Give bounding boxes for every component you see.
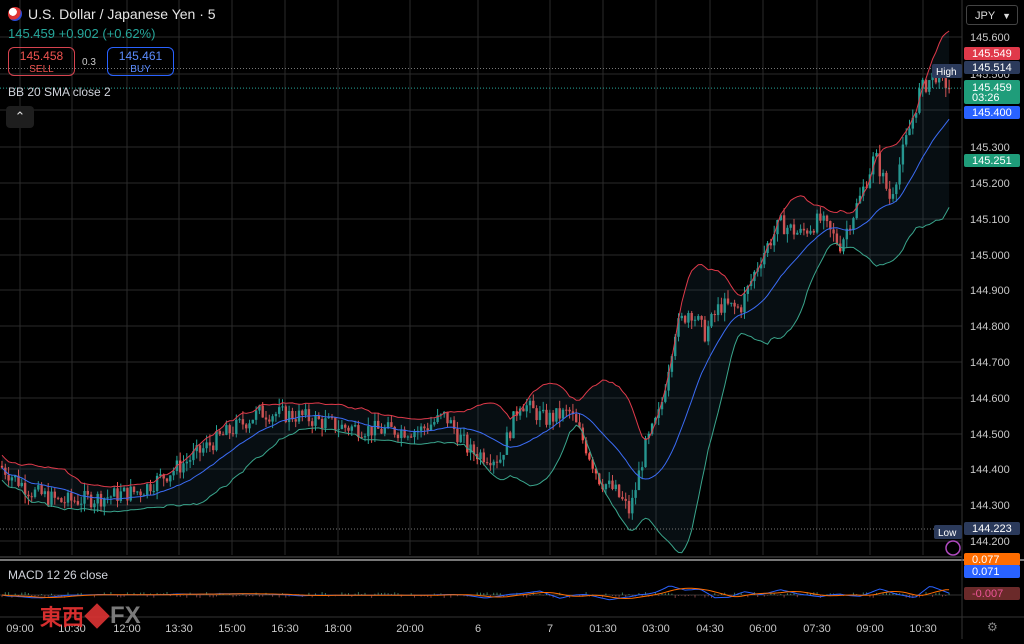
usd-jpy-flag-icon (8, 7, 22, 21)
price-badge-label: 145.251 (972, 155, 1012, 167)
gear-icon[interactable]: ⚙ (987, 620, 998, 634)
y-tick-label: 144.200 (970, 536, 1010, 548)
logo-text-fx: FX (110, 602, 141, 629)
currency-value: JPY (975, 10, 996, 22)
y-tick-label: 144.500 (970, 429, 1010, 441)
x-tick-label: 10:30 (909, 623, 937, 635)
x-tick-label: 13:30 (165, 623, 193, 635)
x-tick-label: 07:30 (803, 623, 831, 635)
chart-area[interactable]: 145.600145.500145.400145.300145.200145.1… (0, 0, 1024, 639)
y-tick-label: 144.600 (970, 393, 1010, 405)
macd-badge-label: -0.007 (972, 588, 1003, 600)
x-tick-label: 20:00 (396, 623, 424, 635)
spread-value: 0.3 (82, 57, 96, 68)
candle-body (588, 453, 591, 460)
symbol-title: U.S. Dollar / Japanese Yen · 5 (28, 6, 216, 22)
bb-indicator-label[interactable]: BB 20 SMA close 2 (8, 85, 111, 99)
buy-label: BUY (130, 64, 151, 75)
sell-button[interactable]: 145.458 SELL (8, 47, 75, 76)
diamond-logo-icon (84, 603, 110, 629)
x-tick-label: 06:00 (749, 623, 777, 635)
lightning-icon (945, 540, 961, 556)
x-tick-label: 03:00 (642, 623, 670, 635)
x-tick-label: 09:00 (6, 623, 34, 635)
y-tick-label: 144.800 (970, 321, 1010, 333)
price-badge-label: 03:26 (972, 92, 1000, 104)
y-tick-label: 144.900 (970, 285, 1010, 297)
y-tick-label: 144.300 (970, 500, 1010, 512)
sell-label: SELL (29, 64, 54, 75)
buy-price: 145.461 (118, 49, 163, 63)
x-tick-label: 09:00 (856, 623, 884, 635)
y-tick-label: 144.400 (970, 464, 1010, 476)
x-tick-label: 7 (547, 623, 553, 635)
x-tick-label: 6 (475, 623, 481, 635)
chevron-up-icon: ⌃ (14, 109, 26, 124)
broker-logo: 東西 FX (40, 600, 141, 632)
price-badge-label: 145.514 (972, 62, 1012, 74)
x-tick-label: 01:30 (589, 623, 617, 635)
collapse-indicators-button[interactable]: ⌃ (6, 106, 34, 128)
y-tick-label: 145.100 (970, 214, 1010, 226)
price-change: 145.459 +0.902 (+0.62%) (8, 26, 156, 41)
sell-price: 145.458 (19, 49, 64, 63)
low-tag-label: Low (938, 528, 957, 539)
symbol-header[interactable]: U.S. Dollar / Japanese Yen · 5 (8, 6, 216, 22)
y-tick-label: 145.200 (970, 178, 1010, 190)
price-chart-svg[interactable]: 145.600145.500145.400145.300145.200145.1… (0, 0, 1024, 639)
chevron-down-icon: ▼ (1002, 11, 1011, 21)
x-tick-label: 15:00 (218, 623, 246, 635)
high-tag-label: High (936, 67, 957, 78)
x-tick-label: 04:30 (696, 623, 724, 635)
price-badge-label: 145.549 (972, 48, 1012, 60)
y-tick-label: 145.000 (970, 250, 1010, 262)
macd-badge-label: 0.071 (972, 566, 1000, 578)
price-badge-label: 145.400 (972, 107, 1012, 119)
x-tick-label: 16:30 (271, 623, 299, 635)
logo-text-cn: 東西 (40, 606, 85, 631)
y-tick-label: 145.300 (970, 142, 1010, 154)
y-tick-label: 144.700 (970, 357, 1010, 369)
macd-indicator-label[interactable]: MACD 12 26 close (8, 568, 108, 582)
price-badge-label: 144.223 (972, 523, 1012, 535)
y-tick-label: 145.600 (970, 32, 1010, 44)
x-tick-label: 18:00 (324, 623, 352, 635)
buy-button[interactable]: 145.461 BUY (107, 47, 174, 76)
currency-select[interactable]: JPY ▼ (966, 5, 1018, 25)
macd-badge-label: 0.077 (972, 554, 1000, 566)
